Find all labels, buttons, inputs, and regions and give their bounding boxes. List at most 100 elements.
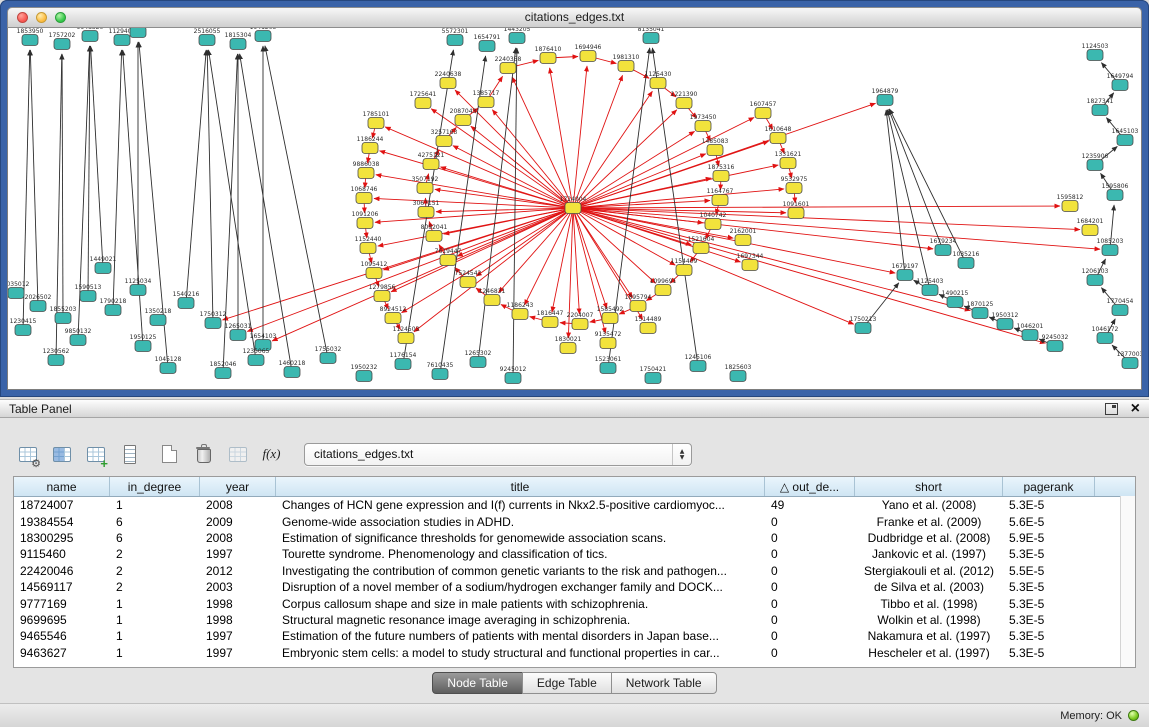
graph-node[interactable]: 1514489 [635,316,662,334]
graph-node[interactable]: 1973450 [690,114,717,132]
graph-edge[interactable] [62,54,63,318]
graph-node[interactable]: 1235906 [1082,153,1109,171]
graph-node[interactable]: 1331621 [775,151,802,169]
graph-node[interactable]: 3067151 [413,200,440,218]
graph-node[interactable]: 1950232 [351,364,378,382]
graph-node[interactable]: 1785101 [363,111,390,129]
graph-node[interactable]: 1521604 [688,236,715,254]
graph-node[interactable]: 1485083 [702,138,729,156]
table-row[interactable]: 2242004622012Investigating the contribut… [14,563,1135,579]
graph-node[interactable]: 1246831 [479,288,506,306]
graph-node[interactable]: 3257163 [431,129,458,147]
column-header-in_degree[interactable]: in_degree [110,477,200,496]
graph-node[interactable]: 1164767 [707,188,734,206]
graph-node[interactable]: 1125430 [645,71,672,89]
graph-node[interactable]: 1654791 [474,34,501,52]
graph-node[interactable]: 1230562 [43,348,70,366]
graph-node[interactable]: 1684201 [1077,218,1104,236]
graph-edge[interactable] [113,50,122,310]
graph-node[interactable]: 1124503 [1082,43,1109,61]
graph-node[interactable]: 9948320 [77,28,104,42]
edit-columns-button[interactable]: + [82,441,109,467]
graph-node[interactable]: 1950312 [992,312,1019,330]
graph-node[interactable]: 1607457 [750,101,777,119]
graph-node[interactable]: 5572301 [442,28,469,46]
function-builder-button[interactable]: f(x) [258,441,285,467]
graph-node[interactable]: 1679197 [892,263,919,281]
close-window-button[interactable] [17,12,28,23]
graph-node[interactable]: 1750213 [850,316,877,334]
graph-node[interactable]: 2026502 [25,294,52,312]
graph-node[interactable]: 1186244 [357,136,384,154]
graph-node[interactable]: 1757202 [49,32,76,50]
graph-node[interactable]: 1855203 [50,306,77,324]
graph-node[interactable]: 8092041 [421,224,448,242]
graph-node[interactable]: 1941205 [250,28,277,42]
graph-node[interactable]: 1460218 [279,360,306,378]
graph-node[interactable]: 1154409 [671,258,698,276]
create-column-button[interactable] [156,441,183,467]
graph-node[interactable]: 9886038 [353,161,380,179]
table-row[interactable]: 946554611997Estimation of the future num… [14,628,1135,644]
graph-node[interactable]: 1046172 [1092,326,1119,344]
graph-edge[interactable] [492,110,573,208]
graph-node[interactable]: 1230415 [10,318,37,336]
graph-node[interactable]: 1645103 [1112,128,1139,146]
graph-node[interactable]: 1895794 [625,294,652,312]
graph-edge[interactable] [573,208,675,265]
graph-node[interactable]: 1649794 [1107,73,1134,91]
graph-node[interactable]: 1124503 [393,326,420,344]
table-row[interactable]: 1456911722003Disruption of a novel membe… [14,579,1135,595]
column-settings-button[interactable]: ⚙ [14,441,41,467]
graph-node[interactable]: 1790218 [100,298,127,316]
graph-edge[interactable] [512,77,573,208]
graph-node[interactable]: 1610648 [765,126,792,144]
graph-node[interactable]: 1825603 [725,364,752,382]
graph-edge[interactable] [186,50,206,303]
graph-node[interactable]: 1876410 [535,46,562,64]
graph-node[interactable]: 2240638 [435,71,462,89]
graph-edge[interactable] [573,66,587,208]
graph-node[interactable]: 1750421 [640,366,667,384]
column-header-out_de[interactable]: △ out_de... [765,477,855,496]
graph-node[interactable]: 7610435 [427,362,454,380]
graph-node[interactable]: 1035216 [953,251,980,269]
table-row[interactable]: 977716911998Corpus callosum shape and si… [14,595,1135,611]
graph-node[interactable]: 1040742 [700,212,727,230]
graph-node[interactable]: 1523061 [595,356,622,374]
column-header-pagerank[interactable]: pagerank [1003,477,1095,496]
graph-node[interactable]: 1853950 [17,28,44,46]
graph-node[interactable]: 1235065 [243,348,270,366]
graph-node[interactable]: 1950125 [130,334,157,352]
close-panel-icon[interactable]: × [1131,402,1140,416]
table-row[interactable]: 1830029562008Estimation of significance … [14,530,1135,546]
graph-node[interactable]: 1385717 [473,90,500,108]
graph-edge[interactable] [573,208,1080,230]
graph-node[interactable]: 1830021 [555,336,582,354]
graph-edge[interactable] [573,91,652,208]
graph-node[interactable]: 2162001 [730,228,757,246]
graph-node[interactable]: 1085203 [1097,238,1124,256]
graph-node[interactable]: 8924512 [380,306,407,324]
show-columns-button[interactable] [48,441,75,467]
tab-edge-table[interactable]: Edge Table [522,672,612,694]
graph-edge[interactable] [573,154,706,208]
network-canvas[interactable]: 1724004224035818764101694946198131011254… [7,28,1142,390]
graph-node[interactable]: 1152440 [355,236,382,254]
graph-node[interactable]: 7619447 [435,248,462,266]
graph-node[interactable]: 1590513 [75,284,102,302]
graph-node[interactable]: 1755032 [315,346,342,364]
graph-node[interactable]: 1377003 [1117,351,1141,369]
graph-edge[interactable] [573,206,1060,208]
delete-column-button[interactable] [190,441,217,467]
column-header-title[interactable]: title [276,477,765,496]
graph-node[interactable]: 2240358 [495,56,522,74]
graph-node[interactable]: 1981310 [613,54,640,72]
graph-node[interactable]: 1068746 [351,186,378,204]
column-header-short[interactable]: short [855,477,1003,496]
graph-node[interactable]: 7524542 [455,270,482,288]
graph-node[interactable]: 1443205 [504,28,531,44]
graph-edge[interactable] [207,50,213,323]
graph-node[interactable]: 1279856 [369,284,396,302]
graph-edge[interactable] [513,48,517,378]
